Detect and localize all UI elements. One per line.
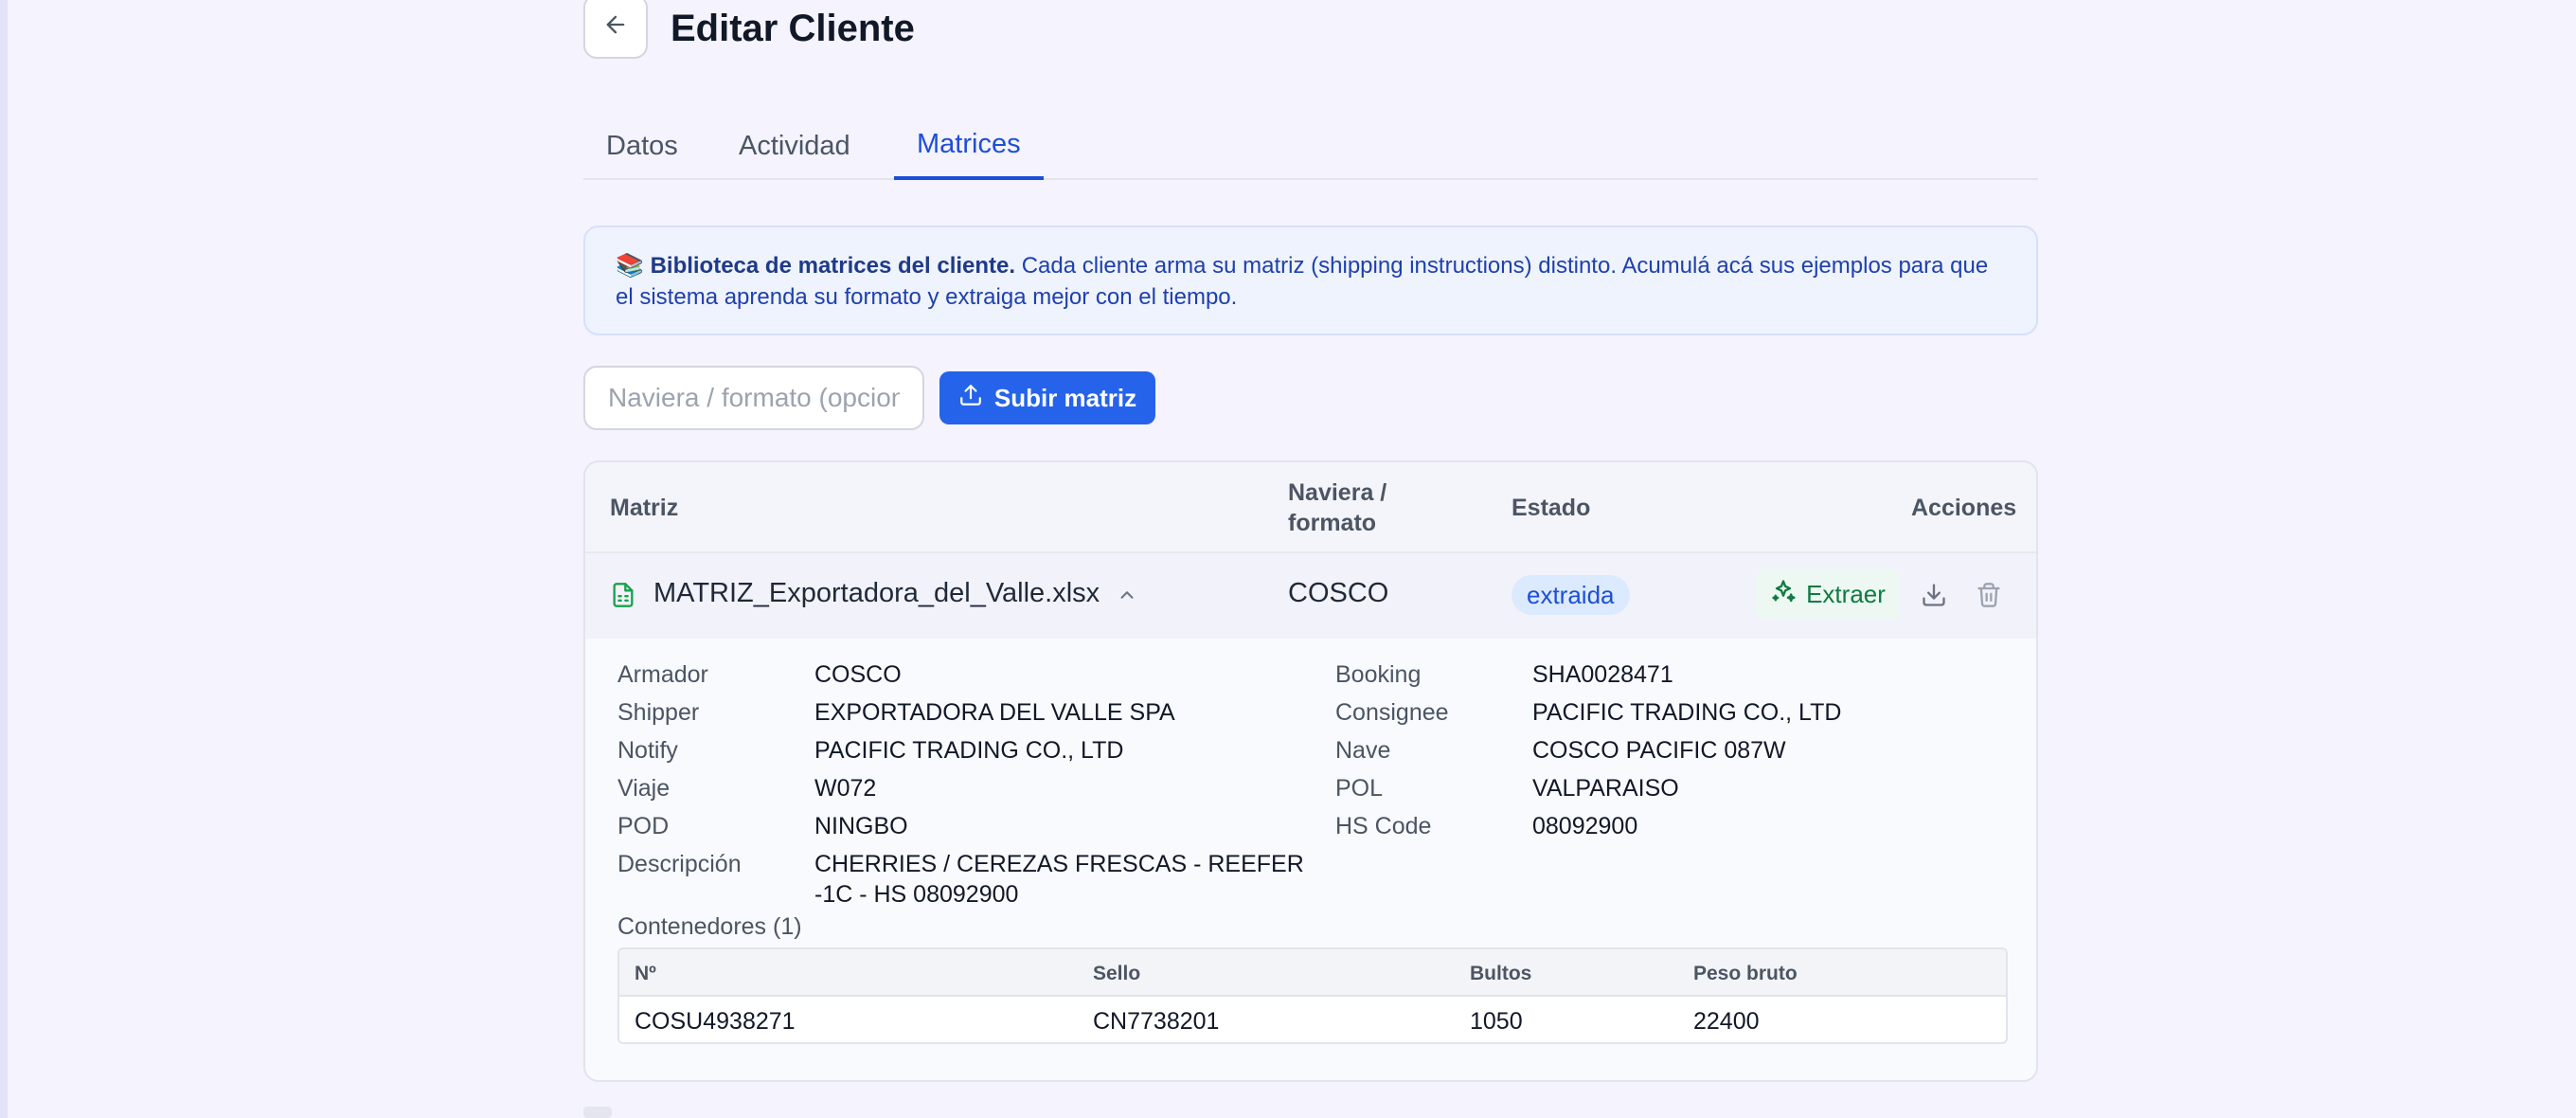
label-consignee: Consignee [1335,699,1449,726]
left-edge [0,0,8,1118]
upload-matrix-button[interactable]: Subir matriz [939,371,1155,424]
main-content: Editar Cliente Datos Actividad Matrices … [583,0,2038,1118]
label-notify: Notify [617,737,678,764]
header-bultos: Bultos [1470,963,1532,984]
label-pol: POL [1335,775,1384,802]
header-peso-bruto: Peso bruto [1693,963,1798,984]
extract-label: Extraer [1806,579,1886,608]
value-viaje: W072 [814,775,877,802]
label-viaje: Viaje [617,775,671,802]
value-booking: SHA0028471 [1532,661,1673,688]
tab-datos[interactable]: Datos [583,112,701,180]
header-sello: Sello [1093,963,1141,984]
container-number: COSU4938271 [635,1008,796,1035]
file-name[interactable]: MATRIZ_Exportadora_del_Valle.xlsx [653,578,1100,609]
page-title: Editar Cliente [671,8,915,49]
value-consignee: PACIFIC TRADING CO., LTD [1532,699,1842,726]
label-booking: Booking [1335,661,1422,688]
back-button[interactable] [583,0,648,59]
tab-matrices[interactable]: Matrices [894,112,1044,180]
header-acciones: Acciones [1911,495,2017,521]
value-armador: COSCO [814,661,902,688]
value-notify: PACIFIC TRADING CO., LTD [814,737,1124,764]
info-banner: 📚 Biblioteca de matrices del cliente. Ca… [583,225,2038,335]
trash-icon[interactable] [1970,576,2008,614]
label-shipper: Shipper [617,699,700,726]
header-matriz: Matriz [610,495,679,521]
header-naviera: Naviera / [1288,479,1387,506]
banner-title: Biblioteca de matrices del cliente. [650,253,1016,279]
header-estado: Estado [1512,495,1591,521]
tab-bar: Datos Actividad Matrices [583,112,2038,180]
next-section-peek [583,1107,612,1118]
upload-button-label: Subir matriz [993,383,1137,412]
container-seal: CN7738201 [1093,1008,1220,1035]
naviera-input[interactable] [583,366,924,430]
table-row[interactable]: MATRIZ_Exportadora_del_Valle.xlsx COSCO … [585,553,2036,639]
matrix-detail: Armador COSCO Shipper EXPORTADORA DEL VA… [585,639,2036,1080]
label-descripcion: Descripción [617,851,742,877]
value-shipper: EXPORTADORA DEL VALLE SPA [814,699,1175,726]
header-numero: Nº [635,963,656,984]
value-descripcion-line2: -1C - HS 08092900 [814,881,1019,908]
value-nave: COSCO PACIFIC 087W [1532,737,1786,764]
containers-header: Nº Sello Bultos Peso bruto [619,949,2006,997]
value-hs-code: 08092900 [1532,813,1638,839]
status-badge: extraida [1512,575,1630,615]
value-descripcion-line1: CHERRIES / CEREZAS FRESCAS - REEFER [814,851,1304,877]
containers-table: Nº Sello Bultos Peso bruto COSU4938271 C… [617,947,2008,1044]
header-formato: formato [1288,510,1377,536]
label-nave: Nave [1335,737,1391,764]
download-icon[interactable] [1915,576,1953,614]
label-pod: POD [617,813,670,839]
upload-icon [958,383,983,414]
container-packages: 1050 [1470,1008,1523,1035]
naviera-value: COSCO [1288,578,1389,608]
label-hs-code: HS Code [1335,813,1432,839]
containers-title: Contenedores (1) [617,913,802,940]
sparkles-icon [1770,578,1797,611]
value-pod: NINGBO [814,813,908,839]
arrow-left-icon [602,11,629,43]
spreadsheet-file-icon [604,576,642,614]
label-armador: Armador [617,661,708,688]
value-pol: VALPARAISO [1532,775,1679,802]
tab-actividad[interactable]: Actividad [716,112,873,180]
matrices-table: Matriz Naviera / formato Estado Acciones… [583,460,2038,1082]
books-icon: 📚 [616,253,644,279]
container-gross-weight: 22400 [1693,1008,1760,1035]
chevron-up-icon[interactable] [1108,576,1146,614]
extract-button[interactable]: Extraer [1756,568,1900,620]
table-header: Matriz Naviera / formato Estado Acciones [585,462,2036,553]
